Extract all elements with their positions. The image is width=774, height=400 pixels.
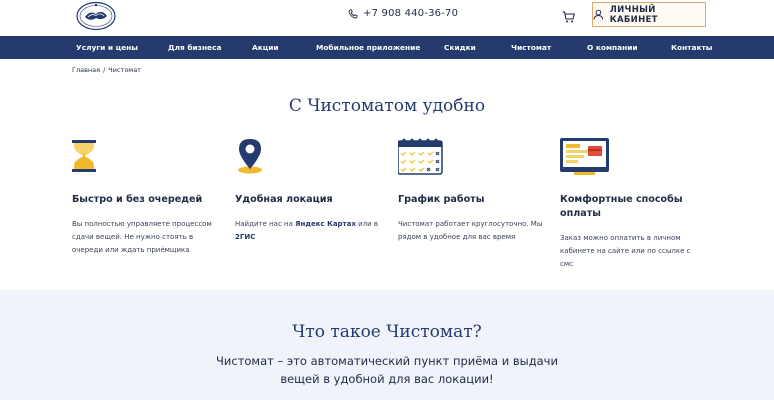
feature-heading: Удобная локация [235,194,333,205]
phone-icon [348,9,358,18]
feature-description: Вы полностью управляете процессом сдачи … [72,218,217,257]
breadcrumb-current: Чистомат [108,66,141,74]
desc-line: Вы полностью управляете процессом [72,220,212,228]
main-navigation: Услуги и цены Для бизнеса Акции Мобильно… [0,36,774,59]
phone-link[interactable]: +7 908 440-36-70 [348,8,458,19]
user-icon [593,9,604,20]
breadcrumb-separator: / [103,66,106,74]
nav-item-chistomat[interactable]: Чистомат [511,36,551,59]
site-header: +7 908 440-36-70 ЛИЧНЫЙ КАБИНЕТ [0,0,774,36]
nav-item-business[interactable]: Для бизнеса [168,36,221,59]
feature-heading: Комфортные способы оплаты [560,193,710,221]
calendar-icon [397,138,448,178]
desc-text: или в [355,220,379,228]
personal-account-label: ЛИЧНЫЙ КАБИНЕТ [609,4,658,25]
desc-line: рядом в удобное для вас время [398,233,516,241]
company-logo[interactable] [76,1,116,31]
desc-line: Чистомат работает круглосуточно. Мы [398,220,543,228]
feature-location: Удобная локация Найдите нас на Яндекс Ка… [235,138,385,241]
payment-screen-icon [560,138,610,178]
subtitle-line: вещей в удобной для вас локации! [280,372,494,386]
location-pin-icon [235,138,285,178]
nav-item-about[interactable]: О компании [587,36,638,59]
section-subtitle: Чистомат – это автоматический пункт приё… [0,352,774,388]
desc-line: Заказ можно оплатить в личном [560,234,681,242]
feature-description: Заказ можно оплатить в личном кабинете н… [560,232,705,271]
nav-item-discounts[interactable]: Скидки [444,36,476,59]
desc-line: кабинете на сайте или по ссылке с смс [560,247,691,268]
cart-icon [562,11,575,23]
feature-heading: График работы [398,194,485,205]
breadcrumb-home[interactable]: Главная [72,66,100,74]
section-title-convenience: С Чистоматом удобно [288,96,486,116]
subtitle-line: Чистомат – это автоматический пункт приё… [216,354,558,368]
nav-item-mobile-app[interactable]: Мобильное приложение [316,36,420,59]
section-title-what-is: Что такое Чистомат? [292,322,482,342]
nav-item-contacts[interactable]: Контакты [671,36,712,59]
feature-payment: Комфортные способы оплаты Заказ можно оп… [560,138,710,268]
feature-heading: Быстро и без очередей [72,194,203,205]
desc-line: очереди или ждать приёмщика [72,246,190,254]
nav-item-services[interactable]: Услуги и цены [76,36,138,59]
feature-description: Чистомат работает круглосуточно. Мы рядо… [398,218,543,244]
feature-schedule: График работы Чистомат работает круглосу… [397,138,548,241]
phone-number: +7 908 440-36-70 [363,8,459,19]
heading-line: оплаты [560,208,601,219]
desc-line: сдачи вещей. Не нужно стоять в [72,233,194,241]
feature-description: Найдите нас на Яндекс Картах или в 2ГИС [235,218,380,244]
nav-item-promotions[interactable]: Акции [252,36,279,59]
2gis-link[interactable]: 2ГИС [235,233,255,241]
desc-line: Найдите нас на Яндекс Картах или в [235,218,380,231]
hourglass-icon [72,138,122,178]
desc-line: 2ГИС [235,231,380,244]
feature-fast: Быстро и без очередей Вы полностью управ… [72,138,222,254]
desc-text: Найдите нас на [235,220,296,228]
yandex-maps-link[interactable]: Яндекс Картах [295,220,356,228]
heading-line: Комфортные способы [560,194,683,205]
breadcrumb: Главная / Чистомат [72,66,141,74]
personal-account-button[interactable]: ЛИЧНЫЙ КАБИНЕТ [592,2,706,27]
cart-button[interactable] [562,8,575,23]
